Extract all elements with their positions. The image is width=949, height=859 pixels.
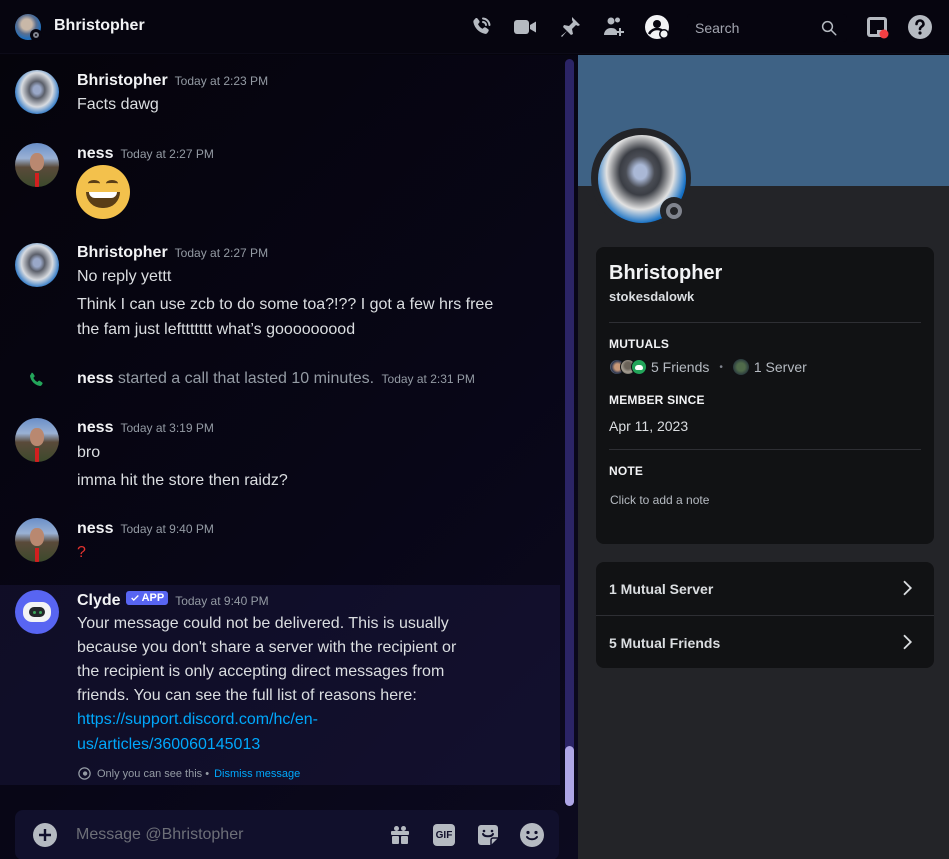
message-text: the fam just lefttttttt what’s goooooooo… <box>77 321 356 338</box>
phone-call-icon[interactable] <box>469 15 493 39</box>
gif-picker-button[interactable]: GIF <box>433 824 455 846</box>
message-text: imma hit the store then raidz? <box>77 472 288 489</box>
discord-logo-avatar-icon[interactable] <box>631 359 647 375</box>
profile-info-card: Bhristopher stokesdalowk MUTUALS 5 Frien… <box>596 247 934 544</box>
offline-status-icon <box>660 197 688 225</box>
call-phone-icon <box>27 371 45 389</box>
timestamp: Today at 2:27 PM <box>120 147 214 161</box>
avatar[interactable] <box>15 143 59 187</box>
help-icon[interactable] <box>908 15 932 39</box>
app-badge-label: APP <box>141 592 165 604</box>
scrollbar-track[interactable] <box>565 59 574 806</box>
message-text: Facts dawg <box>77 96 159 113</box>
separator-dot: • <box>719 361 723 373</box>
timestamp: Today at 2:31 PM <box>381 372 475 386</box>
search-input[interactable] <box>695 19 815 37</box>
offline-status-icon <box>30 29 42 41</box>
user-profile-panel: Bhristopher stokesdalowk MUTUALS 5 Frien… <box>578 55 949 859</box>
message-composer: GIF <box>15 810 559 859</box>
emoji-picker-icon[interactable] <box>520 823 544 847</box>
note-input[interactable] <box>610 493 910 507</box>
system-call-message: ness started a call that lasted 10 minut… <box>77 370 475 388</box>
user-profile-icon[interactable] <box>645 15 669 39</box>
username[interactable]: ness <box>77 419 113 437</box>
username[interactable]: Bhristopher <box>77 72 168 90</box>
avatar[interactable] <box>15 418 59 462</box>
message-text: because you don't share a server with th… <box>77 639 457 656</box>
message-text: friends. You can see the full list of re… <box>77 687 417 704</box>
message-text: No reply yettt <box>77 268 172 285</box>
pinned-messages-icon[interactable] <box>558 15 582 39</box>
timestamp: Today at 3:19 PM <box>120 421 214 435</box>
timestamp: Today at 9:40 PM <box>175 594 269 608</box>
avatar[interactable] <box>15 518 59 562</box>
grinning-emoji-icon <box>76 165 130 219</box>
call-text: started a call that lasted 10 minutes. <box>117 370 375 387</box>
message-text: bro <box>77 444 101 461</box>
chevron-right-icon <box>903 580 913 596</box>
eye-icon <box>78 767 91 780</box>
verified-check-icon <box>130 595 139 602</box>
divider <box>609 449 921 450</box>
username[interactable]: Clyde <box>77 592 121 610</box>
mutuals-list-card: 1 Mutual Server 5 Mutual Friends <box>596 562 934 668</box>
message-list: Bhristopher Today at 2:23 PM Facts dawg … <box>0 55 578 859</box>
dismiss-message-link[interactable]: Dismiss message <box>214 768 300 780</box>
scrollbar-thumb[interactable] <box>565 746 574 806</box>
timestamp: Today at 2:27 PM <box>174 246 269 260</box>
message-input[interactable] <box>76 824 376 846</box>
username[interactable]: ness <box>77 520 113 538</box>
mutuals-heading: MUTUALS <box>609 337 670 351</box>
mutual-servers-count[interactable]: 1 Server <box>754 359 807 375</box>
mutual-servers-label: 1 Mutual Server <box>609 580 714 597</box>
gift-icon[interactable] <box>388 823 412 847</box>
app-badge: APP <box>125 591 169 605</box>
clyde-bot-icon <box>23 602 51 622</box>
avatar[interactable] <box>15 243 59 287</box>
support-link[interactable]: us/articles/360060145013 <box>77 736 260 754</box>
message-text: ? <box>77 544 86 561</box>
mutual-friends-label: 5 Mutual Friends <box>609 634 721 651</box>
member-since-heading: MEMBER SINCE <box>609 393 705 407</box>
upload-plus-icon[interactable] <box>33 823 57 847</box>
profile-display-name: Bhristopher <box>609 262 723 284</box>
avatar[interactable] <box>15 70 59 114</box>
video-call-icon[interactable] <box>513 15 537 39</box>
mutual-server-icon[interactable] <box>732 359 749 375</box>
username[interactable]: ness <box>77 145 113 163</box>
inbox-icon[interactable] <box>865 15 889 39</box>
dm-header: Bhristopher <box>0 0 949 54</box>
member-since-date: Apr 11, 2023 <box>609 418 689 434</box>
mutual-servers-row[interactable]: 1 Mutual Server <box>596 562 934 615</box>
profile-username: stokesdalowk <box>609 289 695 304</box>
search-icon[interactable] <box>820 19 838 37</box>
chevron-right-icon <box>903 634 913 650</box>
ephemeral-text: Only you can see this • <box>97 767 210 780</box>
timestamp: Today at 9:40 PM <box>120 522 214 536</box>
discord-dm-window: Bhristopher Search Bhristopher Today at … <box>0 0 949 859</box>
divider <box>609 322 921 323</box>
timestamp: Today at 2:23 PM <box>174 74 269 88</box>
support-link[interactable]: https://support.discord.com/hc/en- <box>77 711 318 729</box>
username[interactable]: Bhristopher <box>77 244 168 262</box>
dm-title[interactable]: Bhristopher <box>54 17 145 35</box>
username[interactable]: ness <box>77 370 113 387</box>
mutual-friends-count[interactable]: 5 Friends <box>651 359 709 375</box>
search-bar[interactable] <box>687 14 847 42</box>
add-friends-to-dm-icon[interactable] <box>602 15 626 39</box>
sticker-icon[interactable] <box>476 823 500 847</box>
clyde-avatar[interactable] <box>15 590 59 634</box>
message-text: Your message could not be delivered. Thi… <box>77 615 449 632</box>
message-text: Think I can use zcb to do some toa?!?? I… <box>77 296 494 313</box>
ephemeral-notice: Only you can see this • Dismiss message <box>77 766 300 781</box>
mutual-friends-row[interactable]: 5 Mutual Friends <box>596 616 934 669</box>
mutuals-summary: 5 Friends • 1 Server <box>609 359 807 375</box>
message-text: the recipient is only accepting direct m… <box>77 663 445 680</box>
note-heading: NOTE <box>609 464 644 478</box>
